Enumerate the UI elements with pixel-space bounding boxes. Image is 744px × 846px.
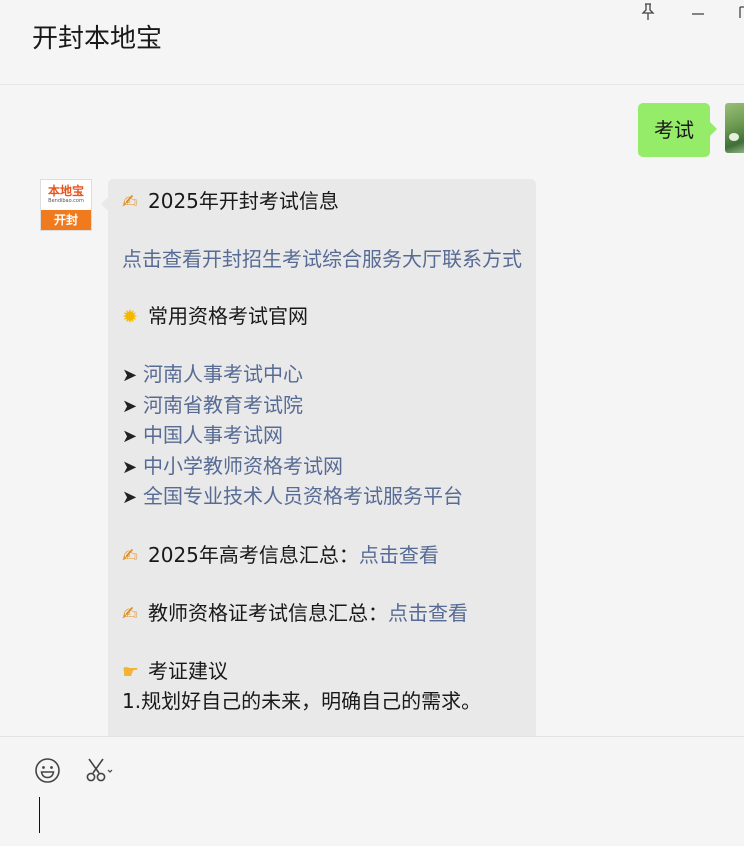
arrow-icon: ➤ xyxy=(122,487,138,508)
outgoing-message[interactable]: 考试 xyxy=(638,103,717,157)
pin-icon[interactable] xyxy=(636,0,660,24)
pencil-icon: ✍ xyxy=(122,545,138,567)
advice-heading: 考证建议 xyxy=(148,659,228,683)
site-link[interactable]: 全国专业技术人员资格考试服务平台 xyxy=(143,484,463,508)
minimize-icon[interactable] xyxy=(686,0,710,24)
teacher-cert-line: ✍ 教师资格证考试信息汇总：点击查看 xyxy=(122,599,522,629)
outgoing-message-text: 考试 xyxy=(654,118,694,142)
arrow-icon: ➤ xyxy=(122,395,138,417)
service-hall-link[interactable]: 点击查看开封招生考试综合服务大厅联系方式 xyxy=(122,247,522,271)
scissors-icon[interactable] xyxy=(84,755,114,785)
arrow-icon: ➤ xyxy=(122,426,138,447)
pointing-hand-icon: ☛ xyxy=(122,661,140,683)
site-link[interactable]: 中小学教师资格考试网 xyxy=(143,454,343,478)
message-list[interactable]: 考试 本地宝 Bendibao.com 开封 ✍ 2025年开封考试信息 点击查看… xyxy=(0,85,744,736)
gaokao-label: 2025年高考信息汇总： xyxy=(148,543,359,567)
arrow-icon: ➤ xyxy=(122,365,138,386)
pencil-icon: ✍ xyxy=(122,191,138,213)
avatar-brand-text: 本地宝 xyxy=(47,184,84,198)
arrow-icon: ➤ xyxy=(122,456,138,478)
incoming-message[interactable]: ✍ 2025年开封考试信息 点击查看开封招生考试综合服务大厅联系方式 ✹ 常用资格考… xyxy=(101,179,536,736)
sun-icon: ✹ xyxy=(122,306,138,328)
chat-header: 开封本地宝 xyxy=(0,0,744,85)
site-link[interactable]: 河南人事考试中心 xyxy=(143,362,303,386)
message-input-area[interactable] xyxy=(0,736,744,846)
teacher-cert-link[interactable]: 点击查看 xyxy=(388,601,468,625)
official-sites-heading: 常用资格考试官网 xyxy=(148,304,308,328)
site-link[interactable]: 中国人事考试网 xyxy=(143,423,283,447)
site-link-item: ➤ 中国人事考试网 xyxy=(122,421,522,452)
avatar-city-text: 开封 xyxy=(41,210,91,230)
advice-heading-line: ☛ 考证建议 xyxy=(122,657,522,687)
advice-item: 1.规划好自己的未来，明确自己的需求。 xyxy=(122,688,482,713)
smiley-icon[interactable] xyxy=(34,755,62,785)
gaokao-link[interactable]: 点击查看 xyxy=(359,543,439,567)
site-link-item: ➤ 中小学教师资格考试网 xyxy=(122,452,522,483)
site-link[interactable]: 河南省教育考试院 xyxy=(143,393,303,417)
chat-window: 开封本地宝 考试 本地宝 Bendibao.com 开封 ✍ 2025年开封考试… xyxy=(0,0,744,846)
message-heading-line: ✍ 2025年开封考试信息 xyxy=(122,187,522,217)
official-sites-heading-line: ✹ 常用资格考试官网 xyxy=(122,302,522,332)
maximize-icon[interactable] xyxy=(732,0,744,24)
pencil-icon: ✍ xyxy=(122,603,138,625)
gaokao-line: ✍ 2025年高考信息汇总：点击查看 xyxy=(122,541,522,571)
site-link-item: ➤ 河南省教育考试院 xyxy=(122,391,522,422)
site-link-item: ➤ 全国专业技术人员资格考试服务平台 xyxy=(122,482,522,513)
site-link-item: ➤ 河南人事考试中心 xyxy=(122,360,522,391)
avatar-domain-text: Bendibao.com xyxy=(48,198,84,204)
text-caret xyxy=(39,797,40,833)
user-avatar[interactable] xyxy=(725,103,744,153)
message-heading: 2025年开封考试信息 xyxy=(148,189,339,213)
chat-title: 开封本地宝 xyxy=(32,24,163,54)
teacher-cert-label: 教师资格证考试信息汇总： xyxy=(148,601,388,625)
bendibao-avatar[interactable]: 本地宝 Bendibao.com 开封 xyxy=(40,179,92,231)
service-hall-line: 点击查看开封招生考试综合服务大厅联系方式 xyxy=(122,245,522,274)
